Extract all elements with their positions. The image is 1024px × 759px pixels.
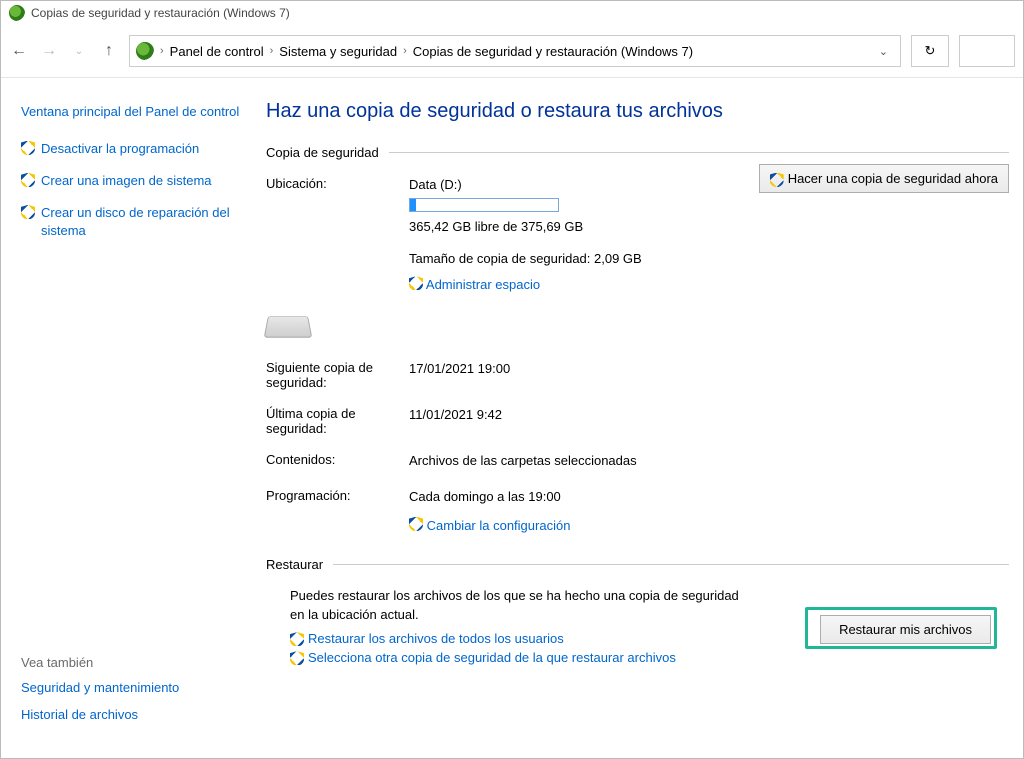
window-titlebar: Copias de seguridad y restauración (Wind…: [1, 1, 1023, 25]
restore-all-users-link[interactable]: Restaurar los archivos de todos los usua…: [308, 631, 564, 646]
create-system-image-link[interactable]: Crear una imagen de sistema: [41, 172, 212, 190]
breadcrumb-sys[interactable]: Sistema y seguridad: [279, 44, 397, 59]
restore-button-label: Restaurar mis archivos: [839, 622, 972, 637]
restore-section-header: Restaurar: [266, 557, 323, 572]
restore-my-files-button[interactable]: Restaurar mis archivos: [820, 615, 991, 644]
address-dropdown[interactable]: ⌄: [873, 45, 894, 58]
backup-section-header: Copia de seguridad: [266, 145, 379, 160]
backup-size: Tamaño de copia de seguridad: 2,09 GB: [409, 248, 709, 270]
change-settings-link[interactable]: Cambiar la configuración: [427, 518, 571, 533]
breadcrumb-page[interactable]: Copias de seguridad y restauración (Wind…: [413, 44, 693, 59]
chevron-right-icon: ›: [401, 45, 409, 57]
address-bar-row: ← → ⌄ ↑ › Panel de control › Sistema y s…: [1, 25, 1023, 78]
last-backup-label: Última copia de seguridad:: [266, 404, 401, 436]
create-repair-disc-link[interactable]: Crear un disco de reparación del sistema: [41, 204, 248, 240]
window-title: Copias de seguridad y restauración (Wind…: [31, 6, 290, 20]
restore-description: Puedes restaurar los archivos de los que…: [290, 586, 750, 625]
back-button[interactable]: ←: [9, 41, 29, 61]
forward-button[interactable]: →: [39, 41, 59, 61]
shield-icon: [409, 276, 423, 290]
location-value: Data (D:): [409, 174, 709, 196]
refresh-icon: ↻: [925, 43, 936, 59]
see-also-header: Vea también: [21, 655, 248, 670]
shield-icon: [770, 173, 784, 187]
shield-icon: [290, 632, 304, 646]
shield-icon: [290, 651, 304, 665]
next-backup-label: Siguiente copia de seguridad:: [266, 358, 401, 390]
select-other-backup-link[interactable]: Selecciona otra copia de seguridad de la…: [308, 650, 676, 665]
app-icon: [9, 5, 25, 21]
chevron-right-icon: ›: [268, 45, 276, 57]
last-backup-value: 11/01/2021 9:42: [409, 404, 846, 436]
shield-icon: [21, 173, 35, 187]
refresh-button[interactable]: ↻: [911, 35, 949, 67]
schedule-value: Cada domingo a las 19:00: [409, 486, 846, 508]
shield-icon: [409, 517, 423, 531]
free-space: 365,42 GB libre de 375,69 GB: [409, 216, 709, 238]
contents-value: Archivos de las carpetas seleccionadas: [409, 450, 846, 472]
shield-icon: [21, 205, 35, 219]
shield-icon: [21, 141, 35, 155]
search-box[interactable]: [959, 35, 1015, 67]
security-maintenance-link[interactable]: Seguridad y mantenimiento: [21, 680, 248, 695]
breadcrumb-root[interactable]: Panel de control: [170, 44, 264, 59]
divider: [333, 564, 1009, 565]
breadcrumb-bar[interactable]: › Panel de control › Sistema y seguridad…: [129, 35, 901, 67]
file-history-link[interactable]: Historial de archivos: [21, 707, 248, 722]
next-backup-value: 17/01/2021 19:00: [409, 358, 846, 390]
up-button[interactable]: ↑: [99, 41, 119, 61]
location-label: Ubicación:: [266, 174, 401, 191]
disk-usage-bar: [409, 198, 559, 212]
backup-now-label: Hacer una copia de seguridad ahora: [788, 171, 998, 186]
divider: [389, 152, 1009, 153]
chevron-right-icon: ›: [158, 45, 166, 57]
control-panel-home-link[interactable]: Ventana principal del Panel de control: [21, 102, 248, 122]
backup-now-button[interactable]: Hacer una copia de seguridad ahora: [759, 164, 1009, 193]
contents-label: Contenidos:: [266, 450, 401, 472]
schedule-label: Programación:: [266, 486, 401, 536]
page-title: Haz una copia de seguridad o restaura tu…: [266, 100, 1009, 123]
turn-off-schedule-link[interactable]: Desactivar la programación: [41, 140, 199, 158]
recent-dropdown[interactable]: ⌄: [69, 41, 89, 61]
main-content: Haz una copia de seguridad o restaura tu…: [266, 78, 1023, 758]
drive-icon: [264, 317, 313, 338]
manage-space-link[interactable]: Administrar espacio: [426, 277, 540, 292]
breadcrumb-icon: [136, 42, 154, 60]
sidebar: Ventana principal del Panel de control D…: [1, 78, 266, 758]
